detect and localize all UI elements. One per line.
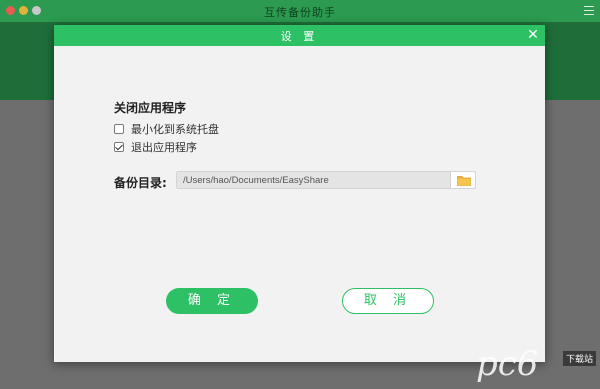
watermark-tag: 下载站 (562, 351, 596, 366)
cancel-button[interactable]: 取 消 (342, 288, 434, 314)
backup-dir-field[interactable]: /Users/hao/Documents/EasyShare (176, 171, 476, 189)
close-app-section-title: 关闭应用程序 (114, 101, 187, 115)
browse-folder-button[interactable] (450, 171, 476, 189)
app-title: 互传备份助手 (264, 6, 336, 19)
folder-icon (457, 176, 471, 186)
settings-dialog: 设 置 ✕ 关闭应用程序 最小化到系统托盘 退出应用程序 备份目录: /User… (54, 25, 545, 362)
menu-icon[interactable] (584, 6, 594, 15)
close-icon[interactable]: ✕ (526, 28, 540, 42)
watermark: pc6 下载站 (476, 345, 596, 385)
backup-dir-label: 备份目录: (114, 176, 167, 190)
dialog-title: 设 置 (280, 30, 319, 43)
ok-button[interactable]: 确 定 (166, 288, 258, 314)
dialog-titlebar: 设 置 ✕ (54, 25, 545, 46)
exit-app-option[interactable]: 退出应用程序 (114, 139, 197, 155)
exit-app-checkbox[interactable] (114, 142, 124, 152)
minimize-to-tray-checkbox[interactable] (114, 124, 124, 134)
minimize-to-tray-option[interactable]: 最小化到系统托盘 (114, 121, 219, 137)
exit-app-label: 退出应用程序 (131, 141, 197, 154)
minimize-to-tray-label: 最小化到系统托盘 (131, 123, 219, 136)
watermark-logo: pc6 (476, 344, 539, 384)
app-titlebar: 互传备份助手 (0, 0, 600, 22)
